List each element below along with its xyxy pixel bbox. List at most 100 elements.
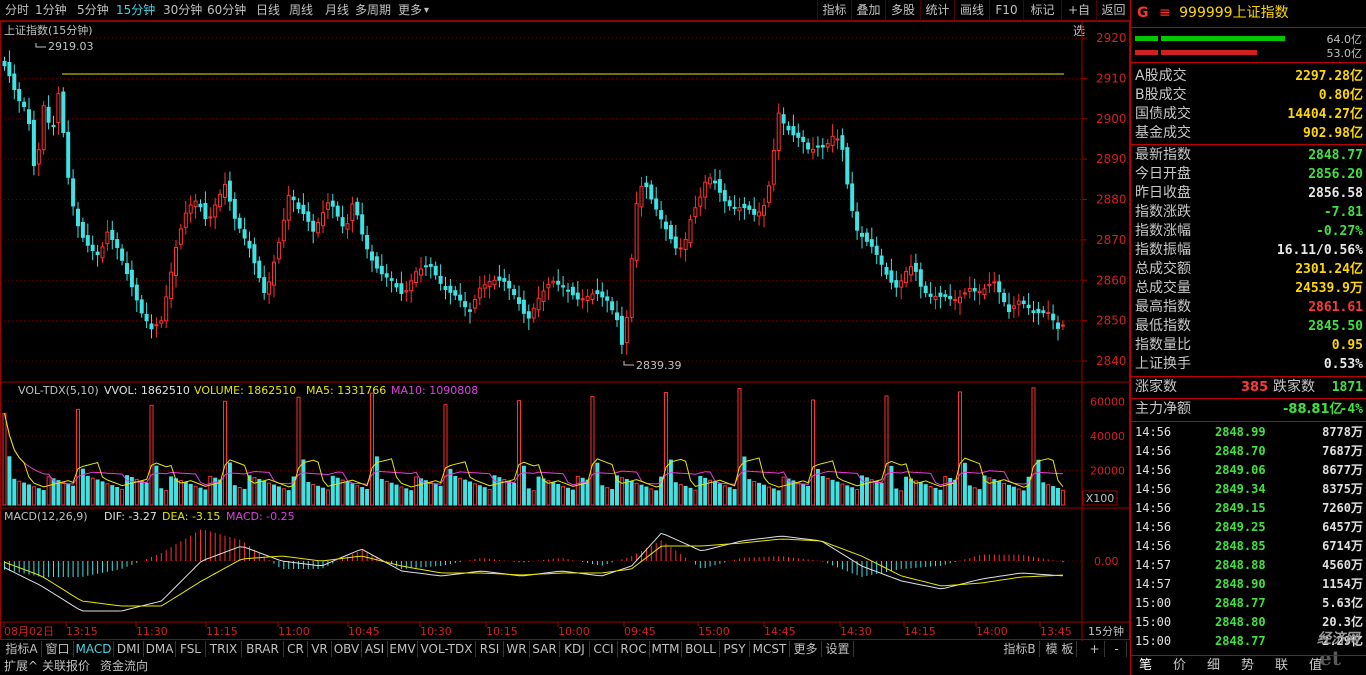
candle-body[interactable] [923, 285, 928, 294]
candle-body[interactable] [404, 290, 409, 293]
candle-body[interactable] [811, 148, 815, 153]
candle-body[interactable] [80, 222, 85, 238]
candle-body[interactable] [183, 212, 188, 228]
candle-body[interactable] [384, 273, 389, 278]
candle-body[interactable] [958, 296, 962, 304]
period-tab-9[interactable]: 多周期 [355, 0, 391, 21]
candle-body[interactable] [659, 210, 664, 220]
candle-body[interactable] [933, 295, 938, 301]
candle-body[interactable] [56, 93, 61, 124]
candle-body[interactable] [223, 183, 227, 198]
candle-body[interactable] [178, 228, 183, 245]
candle-body[interactable] [943, 294, 948, 297]
candle-body[interactable] [703, 181, 708, 198]
candle-body[interactable] [962, 292, 967, 295]
candle-body[interactable] [208, 216, 213, 219]
candle-body[interactable] [830, 135, 835, 146]
candle-body[interactable] [487, 281, 492, 287]
candle-body[interactable] [997, 281, 1002, 293]
candle-body[interactable] [252, 244, 257, 264]
candle-body[interactable] [203, 203, 208, 220]
candle-body[interactable] [306, 211, 311, 222]
candle-body[interactable] [654, 198, 659, 210]
indicator-right-button-2[interactable]: + [1085, 641, 1105, 657]
candle-body[interactable] [967, 287, 972, 292]
candle-body[interactable] [938, 292, 943, 297]
candle-body[interactable] [1041, 310, 1046, 314]
candle-body[interactable] [272, 261, 276, 286]
candle-body[interactable] [615, 312, 619, 321]
indicator-tab-25[interactable]: 设置 [822, 641, 854, 657]
candle-body[interactable] [668, 225, 673, 240]
candle-body[interactable] [154, 324, 159, 327]
toolbar-button-4[interactable]: 画线 [954, 0, 989, 21]
indicator-tab-22[interactable]: PSY [720, 641, 750, 657]
indicator-tab-3[interactable]: DMI [114, 641, 144, 657]
candle-body[interactable] [85, 235, 90, 246]
candle-body[interactable] [472, 298, 477, 309]
period-tab-3[interactable]: 15分钟 [116, 0, 155, 21]
indicator-tab-7[interactable]: BRAR [242, 641, 284, 657]
candle-body[interactable] [144, 313, 149, 322]
candle-body[interactable] [561, 285, 566, 288]
candle-body[interactable] [825, 143, 830, 148]
candle-body[interactable] [737, 207, 742, 212]
menu-icon[interactable]: ≡ [1159, 5, 1171, 21]
candle-body[interactable] [350, 203, 355, 221]
candle-body[interactable] [1046, 312, 1051, 315]
period-tab-5[interactable]: 60分钟 [207, 0, 246, 21]
indicator-tab-9[interactable]: VR [308, 641, 332, 657]
candle-body[interactable] [1021, 300, 1026, 305]
candle-body[interactable] [90, 244, 95, 252]
indicator-tab-0[interactable]: 指标A [2, 641, 42, 657]
candle-body[interactable] [781, 114, 786, 124]
candle-body[interactable] [174, 246, 178, 276]
candle-body[interactable] [115, 239, 120, 248]
candle-body[interactable] [909, 266, 913, 276]
candle-body[interactable] [276, 241, 281, 260]
bottom-tab-1[interactable]: 关联报价 [42, 658, 90, 675]
candle-body[interactable] [139, 299, 144, 314]
toolbar-button-8[interactable]: 返回 [1096, 0, 1130, 21]
candle-body[interactable] [188, 204, 193, 214]
candle-body[interactable] [786, 125, 791, 131]
toolbar-button-0[interactable]: 指标 [817, 0, 851, 21]
candle-body[interactable] [610, 301, 615, 311]
toolbar-button-5[interactable]: F10 [989, 0, 1023, 21]
quote-tab-1[interactable]: 价 [1173, 657, 1186, 675]
candle-body[interactable] [860, 232, 864, 237]
candle-body[interactable] [66, 131, 71, 178]
candle-body[interactable] [766, 185, 771, 203]
candle-body[interactable] [517, 297, 521, 304]
candle-body[interactable] [463, 301, 468, 308]
candle-body[interactable] [664, 221, 668, 230]
period-tab-0[interactable]: 分时 [5, 0, 29, 21]
candle-body[interactable] [884, 267, 889, 275]
candle-body[interactable] [502, 278, 507, 282]
more-dropdown-icon[interactable]: ▾ [424, 0, 429, 21]
candle-body[interactable] [918, 269, 923, 287]
candle-body[interactable] [566, 289, 570, 292]
period-tab-7[interactable]: 周线 [289, 0, 313, 21]
quote-tab-0[interactable]: 笔 [1139, 657, 1152, 675]
candle-body[interactable] [423, 265, 428, 268]
candle-body[interactable] [1026, 304, 1031, 309]
candle-body[interactable] [100, 246, 105, 259]
indicator-tab-5[interactable]: FSL [176, 641, 206, 657]
candle-body[interactable] [521, 299, 526, 314]
candle-body[interactable] [438, 275, 443, 284]
candle-body[interactable] [120, 248, 125, 261]
candle-body[interactable] [7, 62, 12, 77]
candle-body[interactable] [546, 283, 551, 289]
candle-body[interactable] [169, 271, 174, 300]
indicator-tab-16[interactable]: SAR [530, 641, 560, 657]
candle-body[interactable] [580, 298, 585, 301]
candle-body[interactable] [482, 284, 487, 289]
candle-body[interactable] [267, 281, 272, 295]
kline-chart[interactable]: 2920 2910 2900 2890 2880 2870 2860 2850 2840 上证指数… [0, 21, 1130, 641]
candle-body[interactable] [330, 200, 335, 207]
candle-body[interactable] [125, 263, 129, 275]
candle-body[interactable] [2, 60, 7, 67]
candle-body[interactable] [752, 208, 757, 215]
candle-body[interactable] [556, 280, 561, 285]
